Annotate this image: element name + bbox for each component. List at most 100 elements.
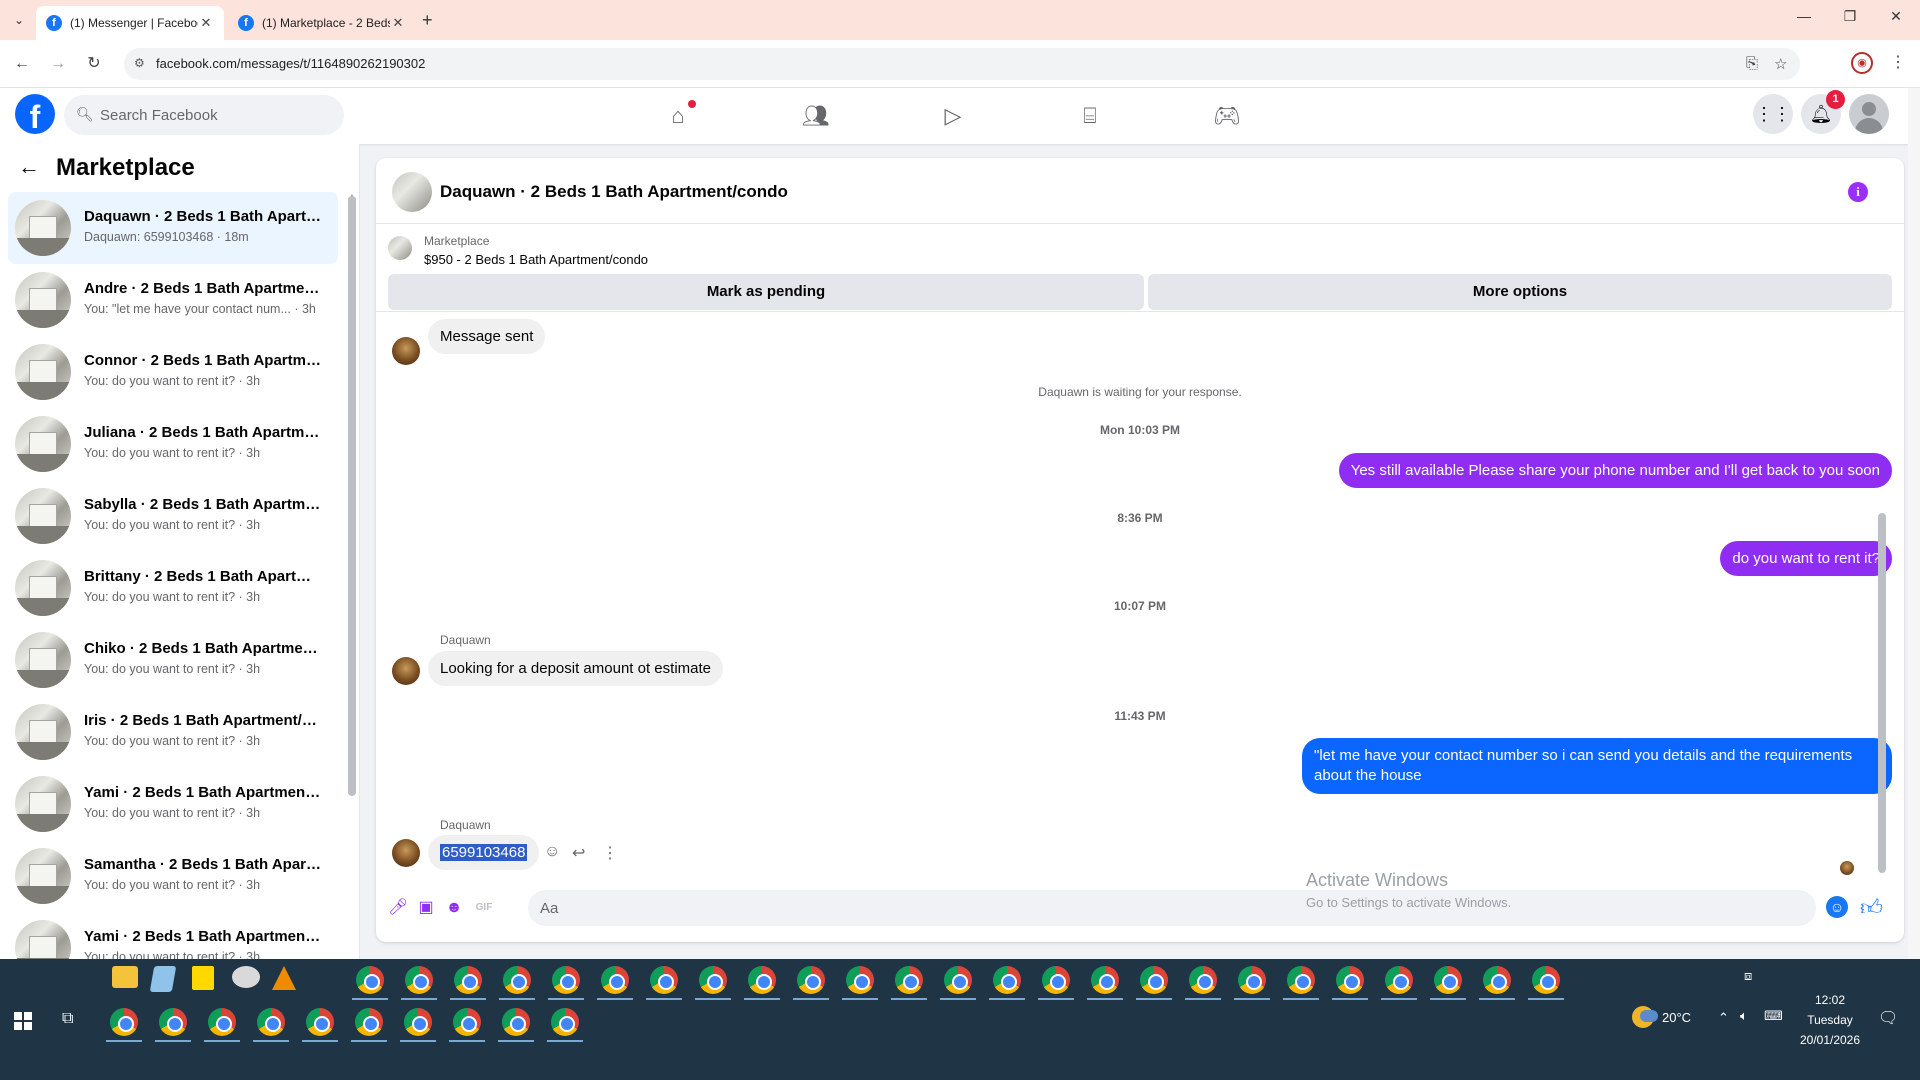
chrome-window-icon[interactable] (257, 1008, 285, 1036)
selected-phone-number[interactable]: 6599103468 (440, 844, 528, 861)
chrome-window-icon[interactable] (699, 966, 727, 994)
thumbs-up-icon[interactable]: 👍︎ (1860, 894, 1883, 921)
chrome-window-icon[interactable] (601, 966, 629, 994)
react-emoji-icon[interactable]: ☺ (544, 843, 560, 861)
keyboard-icon[interactable]: ⌨ (1764, 1008, 1783, 1024)
chrome-window-icon[interactable] (1140, 966, 1168, 994)
conversation-item[interactable]: Daquawn · 2 Beds 1 Bath Apartment/condo D… (8, 192, 338, 264)
message-bubble-incoming[interactable]: 6599103468 (428, 835, 540, 870)
chrome-window-icon[interactable] (1189, 966, 1217, 994)
conversation-item[interactable]: Yami · 2 Beds 1 Bath Apartment/condo You:… (8, 912, 338, 959)
chat-scrollbar[interactable] (1878, 513, 1886, 873)
chrome-window-icon[interactable] (404, 1008, 432, 1036)
chrome-window-icon[interactable] (895, 966, 923, 994)
chrome-window-icon[interactable] (797, 966, 825, 994)
conversation-item[interactable]: Samantha · 2 Beds 1 Bath Apartment/condo… (8, 840, 338, 912)
browser-profile-icon[interactable]: ◉ (1851, 52, 1873, 74)
url-text[interactable]: facebook.com/messages/t/1164890262190302 (156, 56, 425, 71)
vlc-player-icon[interactable] (272, 966, 296, 990)
chrome-window-icon[interactable] (1532, 966, 1560, 994)
conversation-item[interactable]: Andre · 2 Beds 1 Bath Apartment/condo You… (8, 264, 338, 336)
close-tab-icon[interactable]: ✕ (390, 15, 406, 31)
minimize-window-icon[interactable]: — (1792, 8, 1816, 24)
message-bubble-incoming[interactable]: Message sent (428, 319, 546, 354)
conversation-item[interactable]: Iris · 2 Beds 1 Bath Apartment/condo You:… (8, 696, 338, 768)
message-bubble-outgoing[interactable]: do you want to rent it? (1720, 541, 1892, 576)
back-arrow-icon[interactable]: ← (18, 156, 40, 178)
close-window-icon[interactable]: ✕ (1884, 8, 1908, 25)
reply-arrow-icon[interactable]: ↩ (572, 843, 585, 863)
chrome-window-icon[interactable] (503, 966, 531, 994)
restore-window-icon[interactable]: ❐ (1838, 8, 1862, 25)
forward-arrow-icon[interactable]: → (46, 52, 70, 76)
page-scrollbar[interactable] (1908, 88, 1920, 959)
gaming-icon[interactable]: 🎮︎ (1171, 96, 1283, 136)
close-tab-icon[interactable]: ✕ (198, 15, 214, 31)
video-icon[interactable]: ▷ (897, 96, 1009, 136)
chrome-window-icon[interactable] (650, 966, 678, 994)
weather-icon[interactable] (1632, 1006, 1658, 1028)
conversation-item[interactable]: Juliana · 2 Beds 1 Bath Apartment/condo Y… (8, 408, 338, 480)
bookmark-star-icon[interactable]: ☆ (1774, 55, 1787, 73)
marketplace-icon[interactable]: ⌸ (1034, 96, 1146, 136)
meet-now-icon[interactable]: ⧈ (1744, 968, 1752, 984)
windows-start-icon[interactable] (14, 1012, 32, 1030)
conversation-item[interactable]: Yami · 2 Beds 1 Bath Apartment/condo You:… (8, 768, 338, 840)
home-icon[interactable]: ⌂ (622, 96, 734, 136)
friends-icon[interactable]: 👥︎ (760, 96, 872, 136)
search-box[interactable]: 🔍︎ (64, 95, 344, 135)
conversation-item[interactable]: Connor · 2 Beds 1 Bath Apartment/condo Yo… (8, 336, 338, 408)
chrome-window-icon[interactable] (110, 1008, 138, 1036)
chrome-window-icon[interactable] (1091, 966, 1119, 994)
system-clock[interactable]: 12:02 Tuesday 20/01/2026 (1790, 990, 1870, 1050)
chrome-window-icon[interactable] (748, 966, 776, 994)
reload-icon[interactable]: ↻ (82, 52, 106, 76)
chrome-window-icon[interactable] (993, 966, 1021, 994)
site-info-icon[interactable]: ⚙ (134, 56, 145, 70)
chrome-window-icon[interactable] (551, 1008, 579, 1036)
speaker-icon[interactable]: 🔈︎ (1740, 1008, 1748, 1024)
chrome-window-icon[interactable] (1483, 966, 1511, 994)
sticker-icon[interactable]: ☻ (444, 898, 464, 918)
mark-as-pending-button[interactable]: Mark as pending (388, 274, 1144, 310)
paint-app-icon[interactable] (232, 966, 260, 988)
account-avatar[interactable] (1849, 94, 1889, 134)
message-bubble-incoming[interactable]: Looking for a deposit amount ot estimate (428, 651, 723, 686)
listing-price[interactable]: $950 - 2 Beds 1 Bath Apartment/condo (424, 252, 648, 267)
info-icon[interactable]: i (1848, 182, 1868, 202)
chrome-window-icon[interactable] (208, 1008, 236, 1036)
search-input[interactable] (100, 95, 336, 135)
chrome-window-icon[interactable] (355, 1008, 383, 1036)
message-bubble-outgoing[interactable]: Yes still available Please share your ph… (1338, 453, 1892, 488)
tray-chevron-icon[interactable]: ⌃ (1718, 1010, 1729, 1026)
chrome-window-icon[interactable] (1434, 966, 1462, 994)
new-tab-button[interactable]: + (422, 10, 433, 31)
install-app-icon[interactable]: ⎘ (1746, 55, 1758, 72)
notification-center-icon[interactable]: 🗨︎ (1878, 1008, 1898, 1028)
gif-icon[interactable]: GIF (474, 898, 494, 918)
message-input[interactable] (528, 890, 1816, 926)
file-explorer-icon[interactable] (112, 966, 138, 988)
task-view-icon[interactable]: ⧉ (62, 1010, 73, 1028)
chrome-window-icon[interactable] (944, 966, 972, 994)
chrome-window-icon[interactable] (405, 966, 433, 994)
chrome-window-icon[interactable] (1287, 966, 1315, 994)
chrome-window-icon[interactable] (306, 1008, 334, 1036)
browser-menu-icon[interactable]: ⋮ (1890, 52, 1906, 72)
listing-thumbnail[interactable] (392, 172, 432, 212)
chat-title[interactable]: Daquawn · 2 Beds 1 Bath Apartment/condo (440, 182, 788, 202)
conversation-item[interactable]: Brittany · 2 Beds 1 Bath Apartment/condo… (8, 552, 338, 624)
chrome-window-icon[interactable] (502, 1008, 530, 1036)
microphone-icon[interactable]: 🎤︎ (388, 898, 408, 918)
more-options-button[interactable]: More options (1148, 274, 1892, 310)
chrome-window-icon[interactable] (1385, 966, 1413, 994)
chrome-window-icon[interactable] (1336, 966, 1364, 994)
message-more-icon[interactable]: ⋮ (602, 843, 618, 863)
chrome-window-icon[interactable] (1238, 966, 1266, 994)
chrome-window-icon[interactable] (846, 966, 874, 994)
menu-grid-icon[interactable]: ⋮⋮ (1753, 94, 1793, 134)
url-omnibox[interactable]: ⚙ facebook.com/messages/t/11648902621903… (124, 48, 1800, 80)
message-bubble-outgoing[interactable]: "let me have your contact number so i ca… (1302, 738, 1892, 794)
tab-search-chevron-icon[interactable]: ⌄ (8, 10, 30, 30)
chrome-window-icon[interactable] (552, 966, 580, 994)
